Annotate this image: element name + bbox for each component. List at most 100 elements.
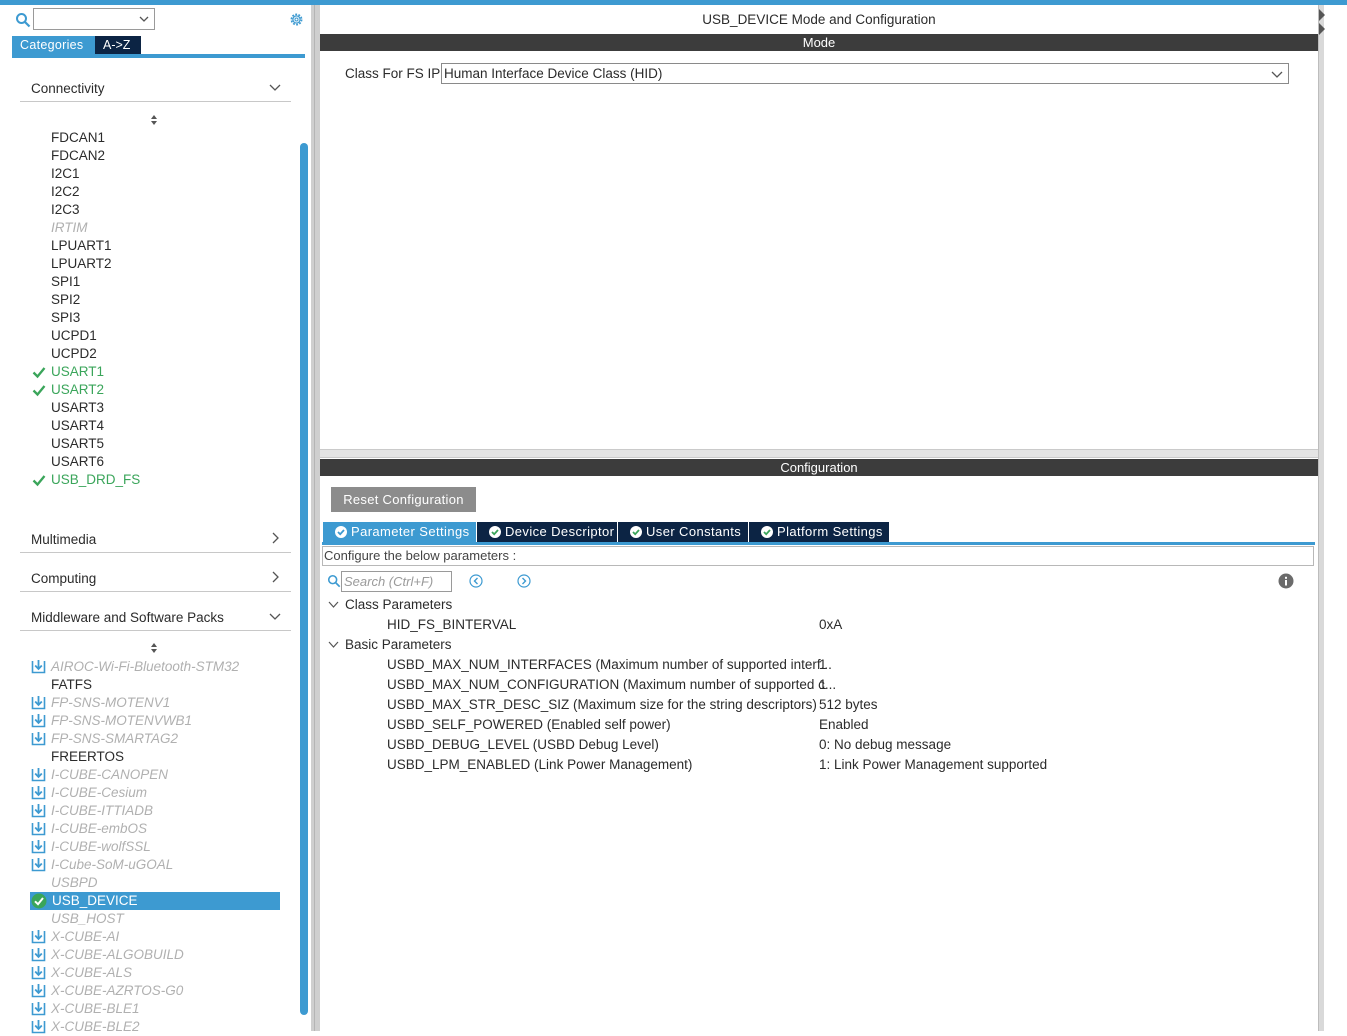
section-middleware[interactable]: Middleware and Software Packs	[20, 607, 291, 631]
tab-platform-settings[interactable]: Platform Settings	[749, 522, 889, 542]
middleware-item[interactable]: FREERTOS	[51, 748, 124, 766]
chevron-down-icon	[269, 613, 281, 620]
parameter-search-input[interactable]: Search (Ctrl+F)	[341, 571, 452, 592]
search-icon	[327, 574, 341, 588]
tab-underline	[322, 542, 1315, 545]
peripheral-item[interactable]: LPUART2	[51, 255, 112, 273]
peripheral-item[interactable]: USB_DRD_FS	[51, 471, 140, 489]
download-icon	[31, 1002, 46, 1016]
parameter-name[interactable]: USBD_SELF_POWERED (Enabled self power)	[387, 716, 671, 734]
section-connectivity[interactable]: Connectivity	[20, 78, 291, 102]
middleware-item-label: USB_DEVICE	[52, 893, 138, 908]
peripheral-item[interactable]: USART5	[51, 435, 104, 453]
parameter-name[interactable]: USBD_MAX_STR_DESC_SIZ (Maximum size for …	[387, 696, 817, 714]
mode-config-panel: USB_DEVICE Mode and Configuration Mode C…	[320, 5, 1318, 1031]
check-icon	[31, 893, 47, 909]
parameter-name[interactable]: USBD_MAX_NUM_INTERFACES (Maximum number …	[387, 656, 832, 674]
peripheral-item[interactable]: SPI2	[51, 291, 80, 309]
check-icon	[32, 475, 46, 487]
tab-parameter-settings[interactable]: Parameter Settings	[323, 522, 476, 542]
gear-icon[interactable]	[288, 11, 305, 28]
download-icon	[31, 840, 46, 854]
parameter-value[interactable]: 1	[819, 656, 827, 674]
prev-icon[interactable]	[469, 574, 483, 588]
reset-configuration-button[interactable]: Reset Configuration	[331, 487, 476, 512]
download-icon	[31, 930, 46, 944]
peripheral-item[interactable]: UCPD2	[51, 345, 97, 363]
peripheral-item[interactable]: USART4	[51, 417, 104, 435]
sort-arrow-icon[interactable]	[149, 114, 159, 126]
peripheral-item[interactable]: UCPD1	[51, 327, 97, 345]
middleware-item: I-Cube-SoM-uGOAL	[51, 857, 174, 872]
peripheral-item[interactable]: USART1	[51, 363, 104, 381]
peripheral-item[interactable]: FDCAN2	[51, 147, 105, 165]
middleware-item: I-CUBE-Cesium	[51, 785, 148, 800]
tab-categories[interactable]: Categories	[12, 36, 95, 54]
middleware-item: X-CUBE-AZRTOS-G0	[51, 983, 184, 998]
left-scrollbar[interactable]	[300, 143, 308, 1015]
parameter-name[interactable]: USBD_MAX_NUM_CONFIGURATION (Maximum numb…	[387, 676, 836, 694]
parameter-value[interactable]: 0: No debug message	[819, 736, 951, 754]
filter-combo[interactable]	[33, 8, 155, 30]
parameter-value[interactable]: Enabled	[819, 716, 869, 734]
download-icon	[31, 822, 46, 836]
download-icon	[31, 714, 46, 728]
splitter-line	[314, 5, 315, 1031]
tab-device-descriptor[interactable]: Device Descriptor	[477, 522, 617, 542]
middleware-item: I-CUBE-embOS	[51, 821, 148, 836]
middleware-item: I-CUBE-wolfSSL	[51, 839, 151, 854]
parameter-value[interactable]: 512 bytes	[819, 696, 878, 714]
mode-config-splitter[interactable]	[320, 449, 1318, 458]
chevron-down-icon	[269, 84, 281, 91]
parameter-value[interactable]: 1	[819, 676, 827, 694]
peripheral-item[interactable]: I2C1	[51, 165, 80, 183]
peripheral-item[interactable]: USART3	[51, 399, 104, 417]
middleware-item: X-CUBE-BLE1	[51, 1001, 140, 1016]
section-computing[interactable]: Computing	[20, 568, 291, 592]
peripheral-item[interactable]: SPI3	[51, 309, 80, 327]
peripheral-item[interactable]: LPUART1	[51, 237, 112, 255]
parameter-name[interactable]: USBD_LPM_ENABLED (Link Power Management)	[387, 756, 692, 774]
middleware-item: FP-SNS-SMARTAG2	[51, 731, 179, 746]
tab-a-to-z[interactable]: A->Z	[95, 36, 141, 54]
search-icon[interactable]	[15, 12, 31, 28]
peripheral-item[interactable]: I2C3	[51, 201, 80, 219]
peripheral-item[interactable]: USART6	[51, 453, 104, 471]
chevron-right-icon	[272, 571, 279, 583]
middleware-item-selected[interactable]: USB_DEVICE	[30, 892, 280, 910]
collapse-arrow-icon[interactable]	[1317, 5, 1327, 37]
parameter-value[interactable]: 0xA	[819, 616, 842, 634]
download-icon	[31, 768, 46, 782]
section-multimedia[interactable]: Multimedia	[20, 529, 291, 553]
peripheral-item[interactable]: USART2	[51, 381, 104, 399]
chevron-down-icon	[139, 16, 149, 22]
download-icon	[31, 696, 46, 710]
next-icon[interactable]	[517, 574, 531, 588]
peripheral-item[interactable]: I2C2	[51, 183, 80, 201]
parameter-name[interactable]: USBD_DEBUG_LEVEL (USBD Debug Level)	[387, 736, 659, 754]
peripheral-item[interactable]: FDCAN1	[51, 129, 105, 147]
download-icon	[31, 966, 46, 980]
parameter-value[interactable]: 1: Link Power Management supported	[819, 756, 1047, 774]
tab-user-constants[interactable]: User Constants	[618, 522, 748, 542]
section-label: Middleware and Software Packs	[31, 610, 224, 625]
categories-panel: Categories A->Z Connectivity FDCAN1 FDCAN…	[8, 5, 311, 1034]
parameter-name[interactable]: HID_FS_BINTERVAL	[387, 616, 516, 634]
info-icon[interactable]	[1278, 573, 1294, 589]
check-icon	[630, 526, 642, 538]
download-icon	[31, 732, 46, 746]
sort-arrow-icon[interactable]	[149, 642, 159, 654]
download-icon	[31, 948, 46, 962]
download-icon	[31, 804, 46, 818]
panel-splitter[interactable]	[311, 5, 320, 1031]
download-icon	[31, 858, 46, 872]
middleware-item: I-CUBE-CANOPEN	[51, 767, 169, 782]
tab-label: User Constants	[646, 524, 742, 539]
middleware-item: X-CUBE-ALS	[51, 965, 133, 980]
configure-hint: Configure the below parameters :	[322, 546, 1314, 566]
check-icon	[489, 526, 501, 538]
middleware-item[interactable]: FATFS	[51, 676, 92, 694]
class-select[interactable]: Human Interface Device Class (HID)	[441, 63, 1289, 84]
peripheral-item[interactable]: SPI1	[51, 273, 80, 291]
middleware-item: X-CUBE-BLE2	[51, 1019, 140, 1034]
